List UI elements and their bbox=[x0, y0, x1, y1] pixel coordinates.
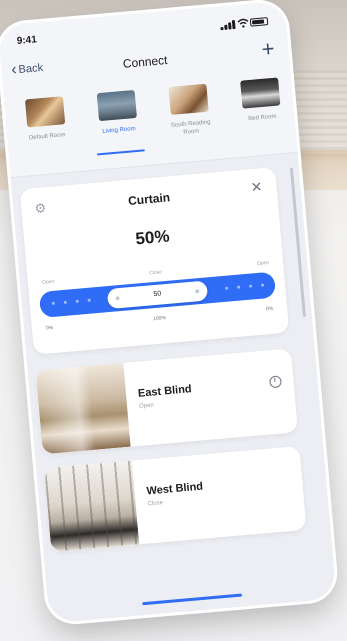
tab-living-room[interactable]: Living Room bbox=[88, 89, 148, 156]
curtain-control-card: ⚙ Curtain ✕ 50% Open Close Open 50 0% 10… bbox=[19, 167, 290, 355]
tab-bed-room[interactable]: Bed Room bbox=[231, 77, 291, 125]
close-icon[interactable]: ✕ bbox=[250, 178, 263, 196]
active-tab-indicator bbox=[96, 149, 145, 156]
blind-status: Close bbox=[147, 500, 164, 508]
room-label: Bed Room bbox=[248, 113, 277, 123]
scale-right: 0% bbox=[265, 305, 274, 313]
blind-title: West Blind bbox=[146, 480, 204, 498]
tab-default-room[interactable]: Default Room bbox=[16, 95, 76, 143]
west-blind-card[interactable]: West Blind Close bbox=[44, 445, 307, 552]
slider-dots-right bbox=[225, 283, 265, 290]
room-label: South Reading Room bbox=[170, 119, 211, 136]
status-time: 9:41 bbox=[16, 34, 38, 48]
phone-screen: 9:41 ‹ Back Connect + Default Room Livin… bbox=[0, 0, 337, 624]
slider-value: 50 bbox=[153, 290, 162, 299]
tab-south-reading-room[interactable]: South Reading Room bbox=[159, 83, 219, 139]
slider-dots-left bbox=[51, 298, 92, 306]
east-blind-card[interactable]: East Blind Open bbox=[35, 348, 298, 455]
open-right-label: Open bbox=[256, 259, 270, 267]
blind-status: Open bbox=[138, 402, 155, 410]
room-thumbnail bbox=[168, 83, 209, 115]
home-indicator[interactable] bbox=[142, 593, 243, 606]
blind-title: East Blind bbox=[137, 383, 193, 400]
east-blind-photo bbox=[35, 363, 131, 455]
slider-handle[interactable]: 50 bbox=[106, 280, 209, 310]
wifi-icon bbox=[237, 18, 249, 28]
battery-icon bbox=[249, 17, 269, 27]
add-icon[interactable]: + bbox=[261, 36, 276, 63]
timer-icon[interactable] bbox=[268, 375, 282, 389]
curtain-percentage: 50% bbox=[134, 226, 171, 249]
device-list: ⚙ Curtain ✕ 50% Open Close Open 50 0% 10… bbox=[10, 153, 337, 624]
room-label: Living Room bbox=[102, 126, 136, 135]
room-label: Default Room bbox=[28, 132, 66, 142]
status-icons bbox=[220, 16, 269, 31]
card-title: Curtain bbox=[127, 190, 171, 208]
room-thumbnail bbox=[240, 77, 281, 109]
west-blind-photo bbox=[44, 460, 140, 552]
room-thumbnail bbox=[96, 89, 137, 122]
room-thumbnail bbox=[24, 96, 66, 128]
